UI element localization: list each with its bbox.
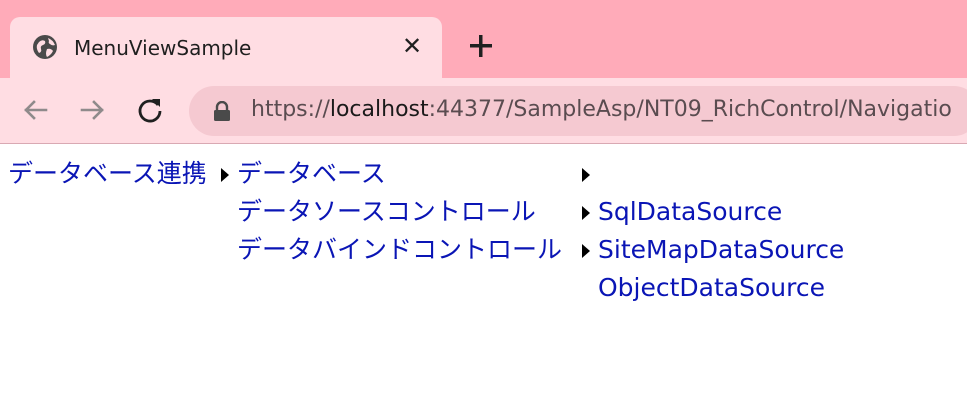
browser-toolbar: https://localhost:44377/SampleAsp/NT09_R… <box>0 78 967 144</box>
browser-window: MenuViewSample ✕ https://localhost:44377… <box>0 0 967 408</box>
close-tab-icon[interactable]: ✕ <box>400 34 424 58</box>
reload-icon[interactable] <box>135 95 165 125</box>
page-content: データベース連携 データベース データソースコントロール データバインドコントロ… <box>0 144 967 408</box>
forward-arrow-icon[interactable] <box>78 95 108 125</box>
menu-item-label: データソースコントロール <box>237 197 536 226</box>
menu-item-root[interactable]: データベース連携 <box>8 159 207 189</box>
menu-item-datasource-controls[interactable]: データソースコントロール <box>237 197 536 227</box>
url-path: :44377/SampleAsp/NT09_RichControl/Naviga… <box>428 97 952 122</box>
new-tab-plus-icon[interactable] <box>466 31 496 61</box>
menu-link-objectdatasource[interactable]: ObjectDataSource <box>598 273 825 303</box>
menu-item-database[interactable]: データベース <box>237 159 386 189</box>
submenu-arrow-icon <box>221 168 229 182</box>
tab-title: MenuViewSample <box>74 36 252 60</box>
back-arrow-icon[interactable] <box>20 95 50 125</box>
address-bar[interactable]: https://localhost:44377/SampleAsp/NT09_R… <box>189 86 967 136</box>
lock-icon[interactable] <box>213 101 231 121</box>
menu-item-label: データベース <box>237 159 386 188</box>
submenu-arrow-icon <box>582 168 590 182</box>
menu-link-sqldatasource[interactable]: SqlDataSource <box>598 197 782 227</box>
tab-menuviewsample[interactable]: MenuViewSample ✕ <box>10 17 442 78</box>
globe-icon <box>33 35 57 59</box>
url-scheme: https:// <box>251 97 330 122</box>
menu-item-root-label: データベース連携 <box>8 159 207 188</box>
menu-link-sitemapdatasource[interactable]: SiteMapDataSource <box>598 235 844 265</box>
tab-strip: MenuViewSample ✕ <box>0 0 967 78</box>
submenu-arrow-icon <box>582 244 590 258</box>
menu-item-databind-controls[interactable]: データバインドコントロール <box>237 235 562 265</box>
url-text[interactable]: https://localhost:44377/SampleAsp/NT09_R… <box>251 97 952 122</box>
menu-item-label: データバインドコントロール <box>237 235 563 264</box>
url-host: localhost <box>329 97 429 122</box>
submenu-arrow-icon <box>582 206 590 220</box>
